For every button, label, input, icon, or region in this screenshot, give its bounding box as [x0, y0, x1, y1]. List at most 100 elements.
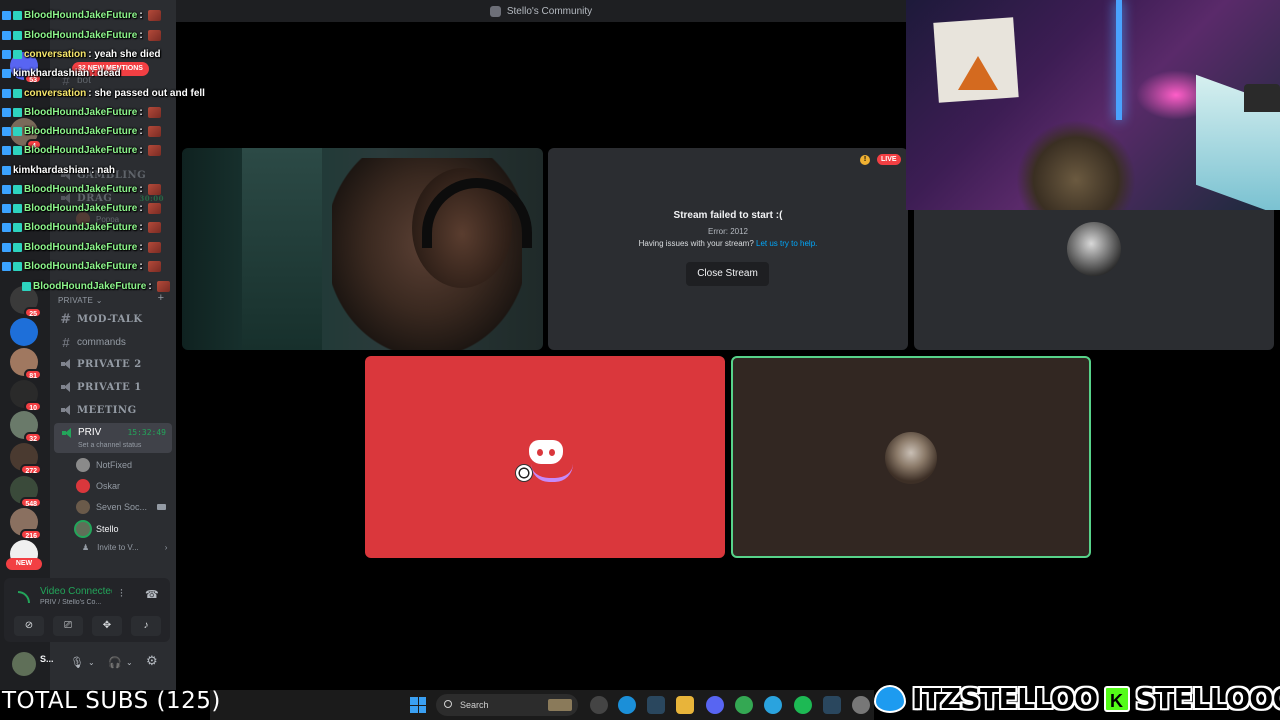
emote-icon: [147, 107, 161, 118]
server-badge: 25: [24, 307, 42, 318]
window-titlebar: Stello's Community: [176, 0, 906, 22]
channel-label: MOD-TALK: [77, 313, 143, 325]
video-tile-stream-failed[interactable]: ! LIVE Stream failed to start :( Error: …: [548, 148, 908, 350]
chat-text: :: [139, 126, 143, 137]
webcam-lamp: [1244, 84, 1280, 112]
steam-icon[interactable]: [647, 696, 665, 714]
webcam-light-strip: [1116, 0, 1122, 120]
server-icon[interactable]: 81: [10, 348, 42, 380]
channel-status-prompt[interactable]: Set a channel status: [78, 442, 141, 449]
invite-to-voice[interactable]: ♟ Invite to V... ›: [82, 543, 167, 552]
mic-icon[interactable]: 🎙: [70, 656, 84, 669]
chat-username: kimkhardashian: [13, 165, 90, 176]
avatar[interactable]: [12, 652, 36, 676]
chat-text: : she passed out and fell: [88, 88, 205, 99]
category-private[interactable]: PRIVATE ⌄: [58, 296, 103, 305]
warning-icon: !: [860, 155, 870, 165]
emote-icon: [147, 203, 161, 214]
total-subs-counter: TOTAL SUBS (125): [2, 688, 221, 714]
twitter-handle: ITZSTELLOO: [912, 682, 1098, 715]
chrome-icon[interactable]: [735, 696, 753, 714]
video-tile-speaking[interactable]: [731, 356, 1091, 558]
chat-message: BloodHoundJakeFuture :: [2, 184, 161, 195]
chat-username: BloodHoundJakeFuture: [24, 107, 138, 118]
chat-text: :: [139, 184, 143, 195]
steam-icon[interactable]: [823, 696, 841, 714]
voice-user-name: Seven Soc...: [96, 502, 148, 512]
channel-label: commands: [77, 336, 126, 348]
channel-mod-talk[interactable]: # MOD-TALK: [54, 309, 172, 329]
spotify-icon[interactable]: [794, 696, 812, 714]
server-icon[interactable]: 32: [10, 411, 42, 443]
edge-icon[interactable]: [618, 696, 636, 714]
server-icon[interactable]: 216: [10, 508, 42, 540]
file-explorer-icon[interactable]: [676, 696, 694, 714]
channel-timer: 15:32:49: [127, 428, 166, 437]
user-name[interactable]: S...: [40, 654, 54, 664]
chat-message: conversation : yeah she died: [2, 49, 161, 60]
avatar: [1067, 222, 1121, 276]
noise-suppression-icon[interactable]: ⫶: [120, 588, 123, 601]
video-tile-discord-avatar[interactable]: [365, 356, 725, 558]
voice-user[interactable]: NotFixed: [76, 456, 172, 474]
social-handles: ITZSTELLOO K STELLOOO: [874, 682, 1280, 715]
server-badge: 32: [24, 432, 42, 443]
windows-start-icon[interactable]: [410, 697, 426, 713]
channel-private-2[interactable]: PRIVATE 2: [54, 354, 172, 374]
screen-share-icon[interactable]: ⎚: [53, 616, 83, 636]
soundboard-icon[interactable]: ♪: [131, 616, 161, 636]
help-link[interactable]: Let us try to help.: [756, 239, 817, 248]
stream-failed-title: Stream failed to start :(: [673, 210, 783, 221]
webcam-poster-triangle: [958, 56, 998, 90]
discord-icon[interactable]: [706, 696, 724, 714]
voice-connection-panel: Video Connected PRIV / Stello's Co... ⫶ …: [4, 578, 170, 642]
obs-icon[interactable]: [590, 696, 608, 714]
video-tile-camera[interactable]: [182, 148, 543, 350]
server-icon[interactable]: 272: [10, 443, 42, 475]
new-servers-pill[interactable]: NEW: [6, 558, 42, 570]
gear-icon[interactable]: ⚙: [146, 653, 158, 669]
hash-icon: #: [62, 334, 70, 350]
taskbar-search[interactable]: Search: [436, 694, 578, 716]
server-icon[interactable]: 10: [10, 380, 42, 412]
server-icon[interactable]: 548: [10, 476, 42, 508]
badge-icon: [2, 243, 11, 252]
channel-private-1[interactable]: PRIVATE 1: [54, 377, 172, 397]
streamer-webcam: [906, 0, 1280, 210]
close-stream-button[interactable]: Close Stream: [686, 262, 769, 286]
badge-icon: [13, 185, 22, 194]
channel-commands[interactable]: # commands: [54, 332, 172, 352]
voice-user[interactable]: Oskar: [76, 477, 172, 495]
settings-icon[interactable]: [852, 696, 870, 714]
avatar: [76, 458, 90, 472]
badge-icon: [13, 11, 22, 20]
voice-user[interactable]: Seven Soc...: [76, 498, 172, 516]
chat-username: conversation: [24, 49, 87, 60]
server-icon[interactable]: [10, 318, 38, 346]
speaker-icon: [60, 405, 72, 415]
search-icon: [444, 700, 452, 708]
badge-icon: [2, 146, 11, 155]
voice-user[interactable]: Stello: [76, 520, 172, 538]
camera-off-icon[interactable]: ⊘: [14, 616, 44, 636]
voice-location[interactable]: PRIV / Stello's Co...: [40, 599, 112, 606]
chat-username: BloodHoundJakeFuture: [24, 203, 138, 214]
channel-priv-active[interactable]: PRIV 15:32:49 Set a channel status: [54, 423, 172, 453]
disconnect-icon[interactable]: ☎: [145, 588, 159, 601]
invite-label: Invite to V...: [97, 543, 139, 552]
chevron-right-icon: ›: [164, 543, 168, 552]
chat-text: :: [139, 107, 143, 118]
add-channel-icon[interactable]: +: [158, 292, 164, 304]
headphones-icon[interactable]: 🎧: [108, 656, 122, 669]
voice-status[interactable]: Video Connected: [40, 586, 112, 597]
badge-icon: [13, 146, 22, 155]
channel-label: PRIVATE 2: [77, 358, 142, 370]
swoosh-decoration: [531, 464, 573, 482]
telegram-icon[interactable]: [764, 696, 782, 714]
channel-meeting[interactable]: MEETING: [54, 400, 172, 420]
chat-message: kimkhardashian : dead: [2, 68, 121, 79]
chevron-down-icon[interactable]: ⌄: [88, 658, 95, 667]
emote-icon: [147, 261, 161, 272]
activities-icon[interactable]: ✥: [92, 616, 122, 636]
chevron-down-icon[interactable]: ⌄: [126, 658, 133, 667]
